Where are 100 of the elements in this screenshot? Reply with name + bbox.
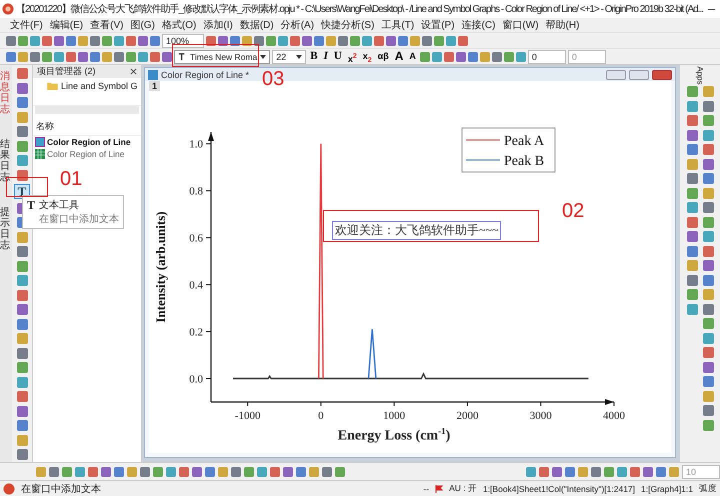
close-button[interactable] xyxy=(652,70,672,80)
side-tab[interactable]: 结果日志 xyxy=(0,139,10,183)
folder-item[interactable]: Line and Symbol G xyxy=(61,81,138,91)
tool-icon[interactable] xyxy=(16,420,28,431)
side-tab[interactable]: 提示日志 xyxy=(0,207,10,251)
toolbar-icon[interactable] xyxy=(432,52,442,62)
apps-tab[interactable]: Apps xyxy=(696,66,704,85)
format-button[interactable]: A xyxy=(392,50,406,63)
tool-icon[interactable] xyxy=(16,140,28,152)
tool-icon[interactable] xyxy=(16,449,28,460)
layer-tab[interactable]: 1 xyxy=(149,81,160,91)
menu-item[interactable]: 连接(C) xyxy=(462,18,496,32)
toolbar-icon[interactable] xyxy=(702,158,714,170)
tool-icon[interactable] xyxy=(16,275,28,286)
toolbar-icon[interactable] xyxy=(686,130,698,140)
tool-icon[interactable] xyxy=(16,68,28,79)
menu-item[interactable]: 设置(P) xyxy=(421,18,455,32)
tool-icon[interactable] xyxy=(16,348,28,358)
tool-icon[interactable] xyxy=(16,97,28,108)
column-header[interactable]: 名称 xyxy=(33,118,141,136)
tool-icon[interactable] xyxy=(16,155,28,166)
tool-icon[interactable] xyxy=(16,260,28,272)
toolbar-icon[interactable] xyxy=(702,86,714,97)
toolbar-icon[interactable] xyxy=(702,420,714,430)
text-label[interactable]: 欢迎关注：大飞鸽软件助手~~~ xyxy=(332,221,502,240)
tool-icon[interactable] xyxy=(16,126,28,137)
toolbar-icon[interactable] xyxy=(702,304,714,314)
tool-icon[interactable] xyxy=(16,232,28,242)
tool-icon[interactable] xyxy=(16,333,28,344)
project-item[interactable]: Color Region of Line xyxy=(47,137,131,147)
font-dropdown[interactable]: Times New Roma xyxy=(174,50,270,64)
toolbar-icon[interactable] xyxy=(702,173,714,184)
toolbar-icon[interactable] xyxy=(702,289,714,300)
menu-item[interactable]: 图(G) xyxy=(130,18,155,32)
toolbar-icon[interactable] xyxy=(702,130,714,140)
toolbar-icon[interactable] xyxy=(686,188,698,198)
toolbar-icon[interactable] xyxy=(686,144,698,155)
menu-item[interactable]: 帮助(H) xyxy=(546,18,580,32)
toolbar-icon[interactable] xyxy=(456,52,466,62)
toolbar-icon[interactable] xyxy=(686,260,698,271)
format-button[interactable]: x$^{2}$ xyxy=(346,50,359,63)
tool-icon[interactable] xyxy=(16,406,28,416)
toolbar-icon[interactable] xyxy=(702,376,714,387)
tool-icon[interactable] xyxy=(16,304,28,315)
format-button[interactable]: B xyxy=(308,50,320,63)
tool-icon[interactable] xyxy=(16,82,28,94)
menu-item[interactable]: 工具(T) xyxy=(381,18,414,32)
toolbar-icon[interactable] xyxy=(686,202,698,213)
toolbar-icon[interactable] xyxy=(686,246,698,256)
format-button[interactable]: αβ xyxy=(376,50,391,63)
tool-icon[interactable] xyxy=(16,170,28,180)
menu-item[interactable]: 文件(F) xyxy=(10,18,43,32)
toolbar-icon[interactable] xyxy=(702,362,714,372)
toolbar-icon[interactable] xyxy=(702,347,714,358)
restore-button[interactable] xyxy=(629,70,649,80)
tool-icon[interactable] xyxy=(16,290,28,300)
tool-icon[interactable] xyxy=(16,362,28,373)
toolbar-icon[interactable] xyxy=(702,144,714,155)
tool-icon[interactable] xyxy=(16,434,28,446)
format-button[interactable]: I xyxy=(322,50,330,63)
toolbar-icon[interactable] xyxy=(516,52,526,62)
toolbar-icon[interactable] xyxy=(686,304,698,314)
format-button[interactable]: x$_{2}$ xyxy=(360,50,374,63)
menu-item[interactable]: 编辑(E) xyxy=(50,18,84,32)
toolbar-icon[interactable] xyxy=(686,231,698,242)
tool-icon[interactable] xyxy=(16,376,28,388)
format-button[interactable]: A xyxy=(407,50,418,63)
menu-item[interactable]: 数据(D) xyxy=(240,18,274,32)
toolbar-icon[interactable] xyxy=(492,52,502,62)
toolbar-icon[interactable] xyxy=(686,115,698,126)
format-button[interactable]: U xyxy=(332,50,344,63)
toolbar-icon[interactable] xyxy=(686,289,698,300)
project-item[interactable]: Color Region of Line xyxy=(47,149,124,159)
toolbar-icon[interactable] xyxy=(686,100,698,112)
menu-item[interactable]: 分析(A) xyxy=(280,18,314,32)
toolbar-icon[interactable] xyxy=(686,173,698,184)
toolbar-icon[interactable] xyxy=(420,52,430,62)
font-size-dropdown[interactable]: 22 xyxy=(272,50,306,64)
toolbar-icon[interactable] xyxy=(444,52,454,62)
toolbar-icon[interactable] xyxy=(702,390,714,402)
toolbar-icon[interactable] xyxy=(702,188,714,198)
tool-icon[interactable] xyxy=(16,318,28,330)
tool-icon[interactable] xyxy=(16,246,28,257)
menu-item[interactable]: 格式(O) xyxy=(162,18,196,32)
toolbar-icon[interactable] xyxy=(702,115,714,126)
side-tab[interactable]: 消息日志 xyxy=(0,71,10,115)
toolbar-icon[interactable] xyxy=(504,52,514,62)
menu-item[interactable]: 快捷分析(S) xyxy=(321,18,374,32)
toolbar-icon[interactable] xyxy=(702,231,714,242)
tool-icon[interactable] xyxy=(16,391,28,402)
toolbar-icon[interactable] xyxy=(702,216,714,228)
toolbar-icon[interactable] xyxy=(702,260,714,271)
tool-icon[interactable] xyxy=(16,112,28,122)
toolbar-icon[interactable] xyxy=(686,158,698,170)
toolbar-icon[interactable] xyxy=(468,52,478,62)
minimize-button[interactable] xyxy=(606,70,626,80)
menu-item[interactable]: 窗口(W) xyxy=(502,18,539,32)
line-width-field[interactable]: 0 xyxy=(528,50,566,64)
menu-item[interactable]: 添加(I) xyxy=(203,18,233,32)
close-icon[interactable] xyxy=(130,68,137,75)
